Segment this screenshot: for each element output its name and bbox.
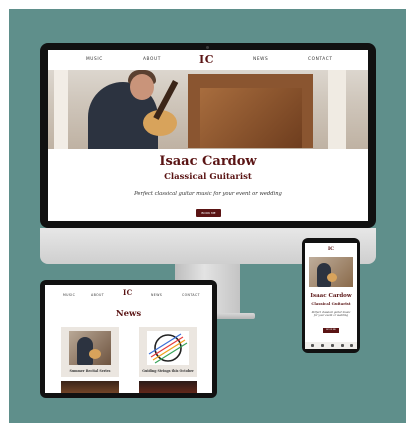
phone-mockup: IC Isaac Cardow Classical Guitarist Perf… xyxy=(302,238,360,353)
nav-about[interactable]: ABOUT xyxy=(143,57,161,62)
site-logo[interactable]: IC xyxy=(123,288,133,297)
camera-icon xyxy=(206,46,209,49)
desktop-mockup: MUSIC ABOUT IC NEWS CONTACT Isaac Cardow… xyxy=(40,43,376,319)
desktop-bezel: MUSIC ABOUT IC NEWS CONTACT Isaac Cardow… xyxy=(40,43,376,228)
hero-tagline: Perfect classical guitar music for your … xyxy=(311,311,351,318)
news-icon[interactable] xyxy=(341,344,344,347)
news-card[interactable] xyxy=(61,381,119,393)
news-card[interactable]: Guiding Strings this October xyxy=(139,327,197,377)
phone-bottom-nav xyxy=(305,342,357,349)
nav-about[interactable]: ABOUT xyxy=(91,293,104,297)
hero-name: Isaac Cardow xyxy=(159,154,257,169)
about-icon[interactable] xyxy=(331,344,334,347)
home-icon[interactable] xyxy=(311,344,314,347)
hero-tagline: Perfect classical guitar music for your … xyxy=(134,191,282,197)
nav-news[interactable]: NEWS xyxy=(151,293,162,297)
news-image xyxy=(147,331,189,365)
strings-logo-icon xyxy=(148,333,188,364)
nav-music[interactable]: MUSIC xyxy=(63,293,75,297)
book-me-button[interactable]: BOOK ME xyxy=(196,209,221,217)
nav-contact[interactable]: CONTACT xyxy=(308,57,333,62)
nav-music[interactable]: MUSIC xyxy=(86,57,103,62)
music-icon[interactable] xyxy=(321,344,324,347)
hero-subtitle: Classical Guitarist xyxy=(164,172,252,182)
news-heading: News xyxy=(115,309,142,319)
news-card[interactable]: Summer Recital Series xyxy=(61,327,119,377)
news-caption: Guiding Strings this October xyxy=(142,369,194,373)
news-card[interactable] xyxy=(139,381,197,393)
site-logo[interactable]: IC xyxy=(199,53,214,66)
contact-icon[interactable] xyxy=(350,344,353,347)
hero-image xyxy=(48,70,368,149)
tablet-nav: MUSIC ABOUT IC NEWS CONTACT xyxy=(45,285,212,301)
desktop-nav: MUSIC ABOUT IC NEWS CONTACT xyxy=(48,50,368,70)
phone-screen: IC Isaac Cardow Classical Guitarist Perf… xyxy=(305,243,357,349)
book-me-button[interactable]: BOOK ME xyxy=(323,328,339,333)
nav-news[interactable]: NEWS xyxy=(253,57,268,62)
news-caption: Summer Recital Series xyxy=(69,369,111,373)
nav-contact[interactable]: CONTACT xyxy=(182,293,200,297)
hero-subtitle: Classical Guitarist xyxy=(311,301,351,306)
site-logo[interactable]: IC xyxy=(305,246,357,252)
tablet-mockup: MUSIC ABOUT IC NEWS CONTACT News Summer … xyxy=(40,280,217,398)
hero-name: Isaac Cardow xyxy=(310,293,352,299)
news-image xyxy=(69,331,111,365)
hero-image xyxy=(309,257,353,287)
tablet-screen: MUSIC ABOUT IC NEWS CONTACT News Summer … xyxy=(45,285,212,393)
mockup-canvas: MUSIC ABOUT IC NEWS CONTACT Isaac Cardow… xyxy=(0,0,415,432)
desktop-screen: MUSIC ABOUT IC NEWS CONTACT Isaac Cardow… xyxy=(48,50,368,221)
